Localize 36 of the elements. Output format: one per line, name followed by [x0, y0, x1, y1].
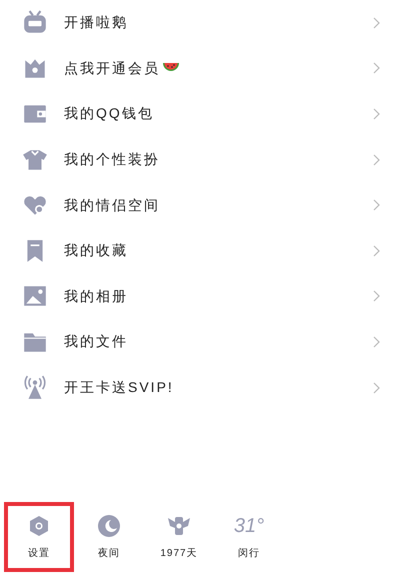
settings-icon — [27, 514, 51, 538]
menu-item[interactable]: 我的情侣空间 — [0, 182, 400, 228]
menu-label: 开播啦鹅 — [64, 13, 128, 32]
bottom-bar-button[interactable]: 1977天 — [144, 502, 214, 572]
menu-item[interactable]: 开播啦鹅 — [0, 0, 400, 46]
menu-item[interactable]: 我的收藏 — [0, 228, 400, 274]
chevron-right-icon — [373, 199, 380, 212]
menu-label: 我的文件 — [64, 332, 128, 352]
chevron-right-icon — [373, 154, 380, 166]
menu-item[interactable]: 我的相册 — [0, 274, 400, 320]
temperature-text: 31° — [234, 514, 264, 538]
menu-label: 我的相册 — [64, 286, 128, 306]
antenna-icon — [22, 374, 48, 401]
menu-item[interactable]: 我的文件 — [0, 319, 400, 365]
menu-label: 我的情侣空间 — [64, 196, 160, 215]
menu-item[interactable]: 我的个性装扮 — [0, 136, 400, 182]
bottom-bar-button[interactable]: 夜间 — [74, 502, 144, 572]
menu-item[interactable]: 点我开通会员 — [0, 46, 400, 92]
chevron-right-icon — [373, 244, 380, 257]
chevron-right-icon — [373, 382, 380, 394]
menu-label: 开王卡送SVIP! — [64, 378, 174, 398]
chevron-right-icon — [373, 290, 380, 302]
menu-item[interactable]: 我的QQ钱包 — [0, 91, 400, 137]
menu-item[interactable]: 开王卡送SVIP! — [0, 364, 400, 410]
menu-label: 我的个性装扮 — [64, 150, 160, 170]
chevron-right-icon — [373, 16, 380, 29]
chevron-right-icon — [373, 62, 380, 74]
menu-label: 我的收藏 — [64, 241, 128, 260]
bottom-bar-button[interactable]: 31° 闵行 — [214, 502, 284, 572]
chevron-right-icon — [373, 108, 380, 120]
menu-label: 我的QQ钱包 — [64, 104, 154, 124]
moon-icon — [97, 514, 121, 538]
bottom-bar-button[interactable]: 设置 — [4, 502, 74, 572]
robot-tv-icon — [22, 10, 48, 36]
chevron-right-icon — [373, 336, 380, 348]
menu-label: 点我开通会员 — [64, 58, 160, 78]
